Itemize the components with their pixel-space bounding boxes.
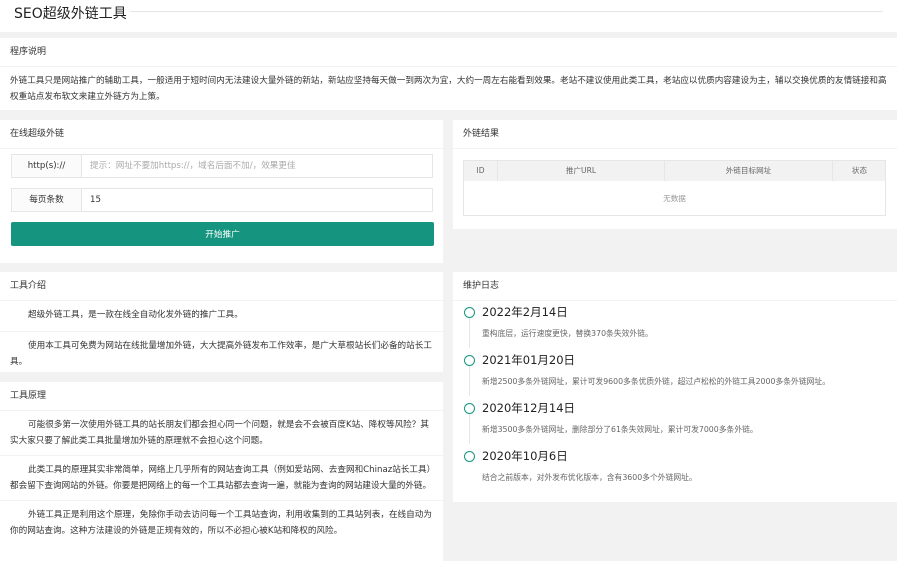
top-bar: SEO超级外链工具 [0,0,897,32]
timeline-dot-icon [464,451,475,462]
log-entry-date: 2020年12月14日 [482,401,576,415]
maintenance-log-header: 维护日志 [453,272,897,301]
intro-text: 外链工具只是网站推广的辅助工具，一般适用于短时间内无法建设大量外链的新站，新站应… [10,76,887,102]
result-table: ID 推广URL 外链目标网址 状态 无数据 [463,160,886,216]
column-id: ID [464,161,498,181]
empty-state: 无数据 [663,194,686,203]
log-entry-description: 新增3500多条外链网址，删除部分了61条失效网址，累计可发7000多条外链。 [482,425,758,434]
log-entry-description: 新增2500多条外链网址，累计可发9600多条优质外链，超过卢松松的外链工具20… [482,377,831,386]
url-input[interactable] [82,155,432,177]
result-card: 外链结果 ID 推广URL 外链目标网址 状态 无数据 [453,120,897,229]
column-target: 外链目标网址 [665,161,833,181]
count-input[interactable] [82,189,432,211]
intro-card: 程序说明 外链工具只是网站推广的辅助工具，一般适用于短时间内无法建设大量外链的新… [0,38,897,110]
principle-paragraph: 可能很多第一次使用外链工具的站长朋友们都会担心同一个问题，就是会不会被百度K站、… [10,420,429,446]
tool-intro-header: 工具介绍 [0,272,443,301]
intro-header: 程序说明 [0,38,897,67]
count-label: 每页条数 [12,189,82,211]
tool-intro-card: 工具介绍 超级外链工具，是一款在线全自动化发外链的推广工具。 使用本工具可免费为… [0,272,443,372]
app-title: SEO超级外链工具 [14,6,127,22]
principle-paragraph: 外链工具正是利用这个原理，免除你手动去访问每一个工具站查询，利用收集到的工具站列… [10,510,432,536]
start-promotion-button[interactable]: 开始推广 [11,222,434,246]
timeline-dot-icon [464,403,475,414]
log-entry-date: 2020年10月6日 [482,449,568,463]
timeline-dot-icon [464,355,475,366]
log-entry-description: 重构底层，运行速度更快，替换370条失效外链。 [482,329,653,338]
principle-paragraph: 此类工具的原理其实非常简单，网络上几乎所有的网站查询工具（例如爱站网、去查网和C… [10,465,432,491]
timeline-connector [469,366,470,396]
principle-card: 工具原理 可能很多第一次使用外链工具的站长朋友们都会担心同一个问题，就是会不会被… [0,382,443,561]
timeline-connector [469,318,470,348]
online-link-card: 在线超级外链 http(s):// 每页条数 开始推广 [0,120,443,263]
online-link-header: 在线超级外链 [0,120,443,149]
url-row: http(s):// [11,154,433,178]
log-entry-date: 2021年01月20日 [482,353,576,367]
title-divider [130,11,883,12]
log-entry-description: 结合之前版本，对外发布优化版本，含有3600多个外链网址。 [482,473,697,482]
column-url: 推广URL [498,161,665,181]
column-status: 状态 [851,166,868,175]
principle-header: 工具原理 [0,382,443,411]
tool-intro-paragraph: 使用本工具可免费为网站在线批量增加外链，大大提高外链发布工作效率，是广大草根站长… [10,341,432,367]
count-row: 每页条数 [11,188,433,212]
timeline-connector [469,414,470,444]
url-label: http(s):// [12,155,82,177]
tool-intro-paragraph: 超级外链工具，是一款在线全自动化发外链的推广工具。 [28,310,243,320]
timeline-dot-icon [464,307,475,318]
result-table-header: ID 推广URL 外链目标网址 状态 [464,161,885,181]
maintenance-log-card: 维护日志 2022年2月14日 重构底层，运行速度更快，替换370条失效外链。 … [453,272,897,502]
result-header: 外链结果 [453,120,897,149]
log-entry-date: 2022年2月14日 [482,305,568,319]
